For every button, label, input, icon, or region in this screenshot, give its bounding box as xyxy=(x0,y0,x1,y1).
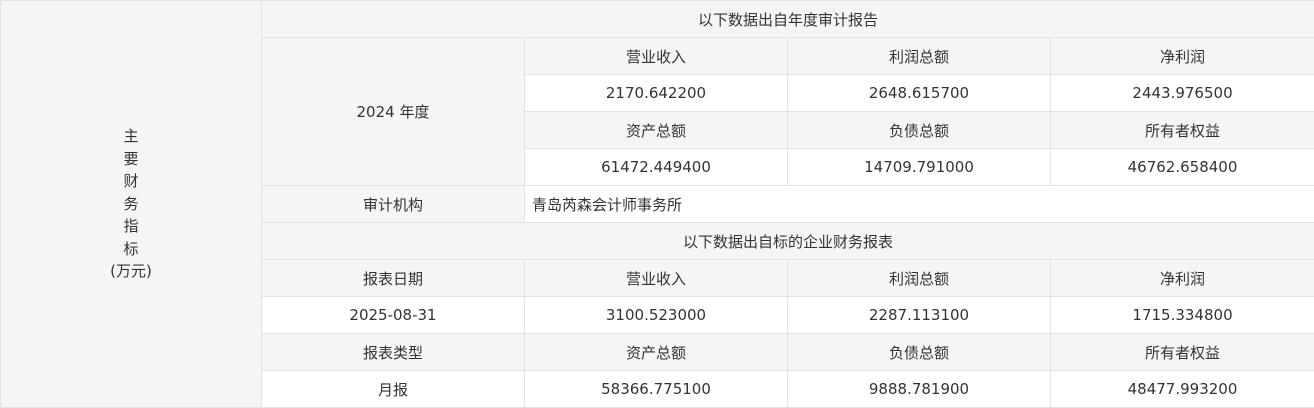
value-total-liabilities: 14709.791000 xyxy=(787,148,1051,186)
value-net-profit: 1715.334800 xyxy=(1049,296,1314,334)
audit-agency-label: 审计机构 xyxy=(261,185,525,223)
value-total-assets: 61472.449400 xyxy=(524,148,788,186)
audit-section-title: 以下数据出自年度审计报告 xyxy=(260,0,1314,38)
header-owners-equity: 所有者权益 xyxy=(1049,111,1314,149)
main-financial-indicators-label: 主 要 财 务 指 标 (万元) xyxy=(0,0,262,408)
side-label-char: 指 xyxy=(123,217,139,236)
value-revenue: 3100.523000 xyxy=(524,296,788,334)
side-label-char: 务 xyxy=(123,194,139,213)
value-owners-equity: 46762.658400 xyxy=(1049,148,1314,186)
header-total-assets: 资产总额 xyxy=(524,111,788,149)
value-total-profit: 2648.615700 xyxy=(787,74,1051,112)
header-total-liabilities: 负债总额 xyxy=(787,333,1051,371)
value-total-liabilities: 9888.781900 xyxy=(787,370,1051,408)
header-net-profit: 净利润 xyxy=(1049,37,1314,75)
value-total-profit: 2287.113100 xyxy=(787,296,1051,334)
table-row: 主 要 财 务 指 标 (万元) 以下数据出自年度审计报告 xyxy=(0,0,1314,408)
header-total-liabilities: 负债总额 xyxy=(787,111,1051,149)
audit-year-label: 2024 年度 xyxy=(261,37,525,186)
side-label-char: 主 xyxy=(123,127,139,146)
value-net-profit: 2443.976500 xyxy=(1049,74,1314,112)
report-date-value: 2025-08-31 xyxy=(261,296,525,334)
value-total-assets: 58366.775100 xyxy=(524,370,788,408)
header-revenue: 营业收入 xyxy=(524,37,788,75)
header-total-profit: 利润总额 xyxy=(787,259,1051,297)
report-type-value: 月报 xyxy=(261,370,525,408)
header-owners-equity: 所有者权益 xyxy=(1049,333,1314,371)
header-revenue: 营业收入 xyxy=(524,259,788,297)
side-label-char: 要 xyxy=(123,149,139,168)
header-total-profit: 利润总额 xyxy=(787,37,1051,75)
value-owners-equity: 48477.993200 xyxy=(1049,370,1314,408)
financial-indicators-table: 主 要 财 务 指 标 (万元) 以下数据出自年度审计报告 2024 年度 营业… xyxy=(0,0,1314,408)
audit-agency-value: 青岛芮森会计师事务所 xyxy=(523,185,1314,223)
value-revenue: 2170.642200 xyxy=(524,74,788,112)
side-label-char: 标 xyxy=(123,239,139,258)
report-date-label: 报表日期 xyxy=(261,259,525,297)
report-type-label: 报表类型 xyxy=(261,333,525,371)
header-total-assets: 资产总额 xyxy=(524,333,788,371)
side-label-unit: (万元) xyxy=(110,262,152,281)
report-section-title: 以下数据出自标的企业财务报表 xyxy=(260,222,1314,260)
side-label-char: 财 xyxy=(123,172,139,191)
header-net-profit: 净利润 xyxy=(1049,259,1314,297)
